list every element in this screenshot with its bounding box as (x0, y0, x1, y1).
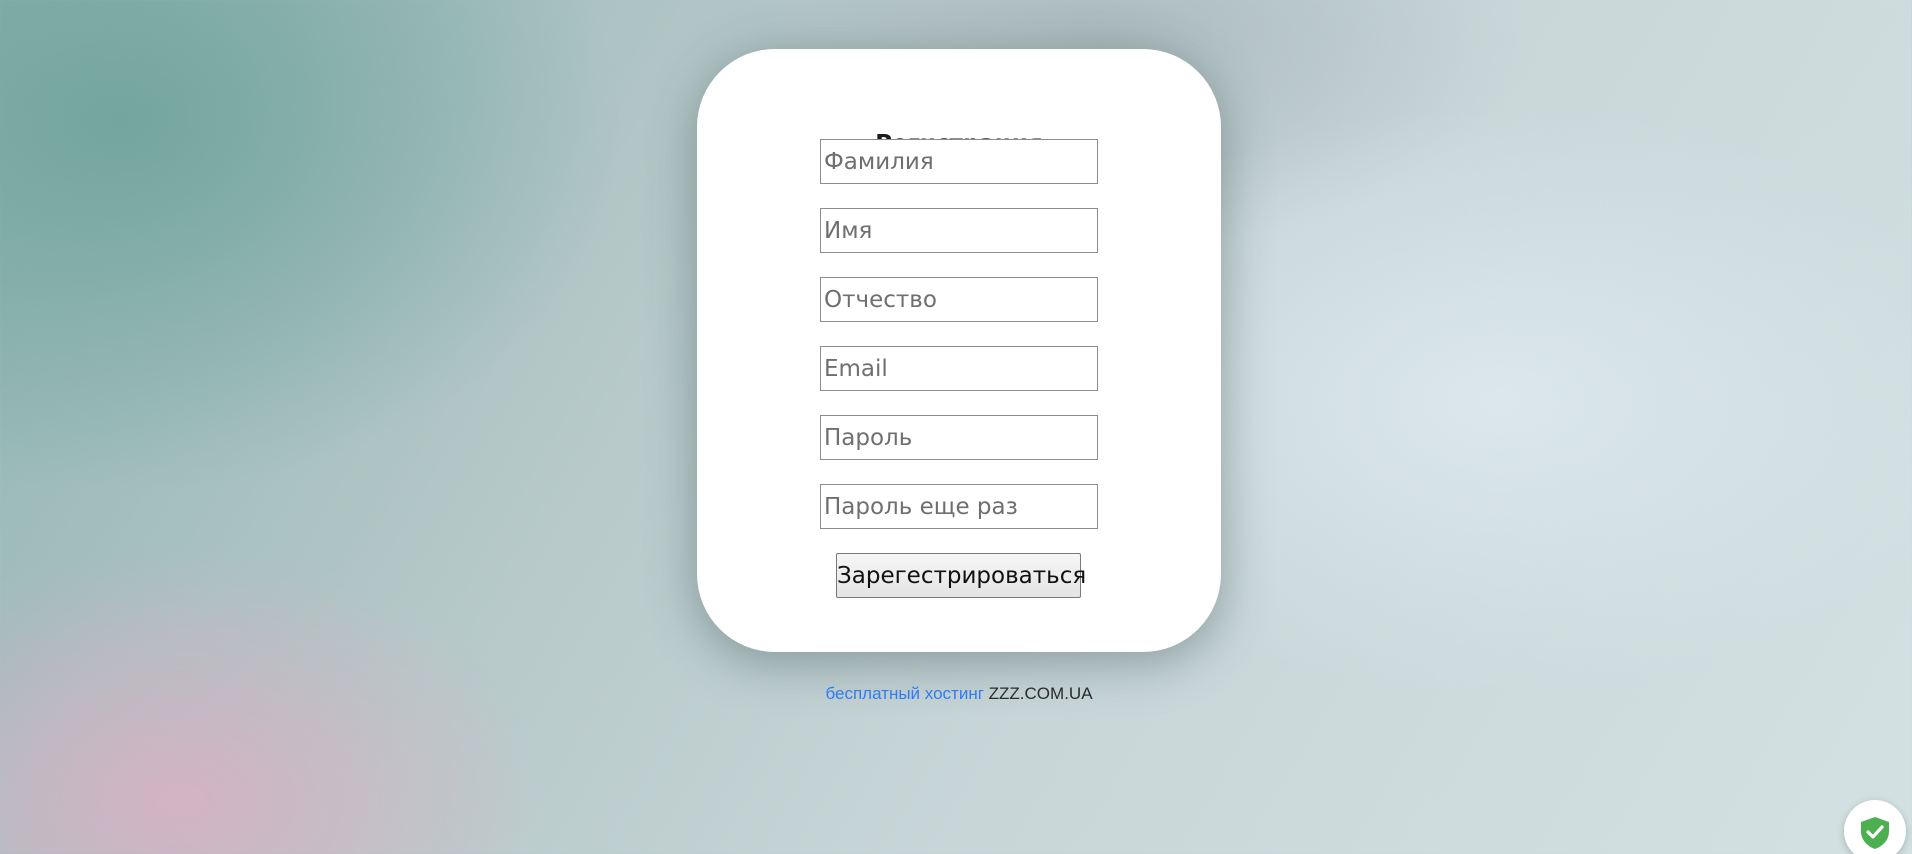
hosting-brand: ZZZ.COM.UA (988, 684, 1093, 703)
middle-name-input[interactable] (820, 277, 1098, 322)
shield-widget[interactable] (1844, 800, 1906, 854)
password-input[interactable] (820, 415, 1098, 460)
register-button[interactable]: Зарегестрироваться (836, 553, 1086, 598)
free-hosting-link[interactable]: бесплатный хостинг (825, 684, 983, 703)
email-input[interactable] (820, 346, 1098, 391)
hosting-footer: бесплатный хостинг ZZZ.COM.UA (0, 684, 1912, 704)
first-name-input[interactable] (820, 208, 1098, 253)
last-name-input[interactable] (820, 139, 1098, 184)
shield-check-icon (1861, 817, 1889, 849)
password-confirm-input[interactable] (820, 484, 1098, 529)
